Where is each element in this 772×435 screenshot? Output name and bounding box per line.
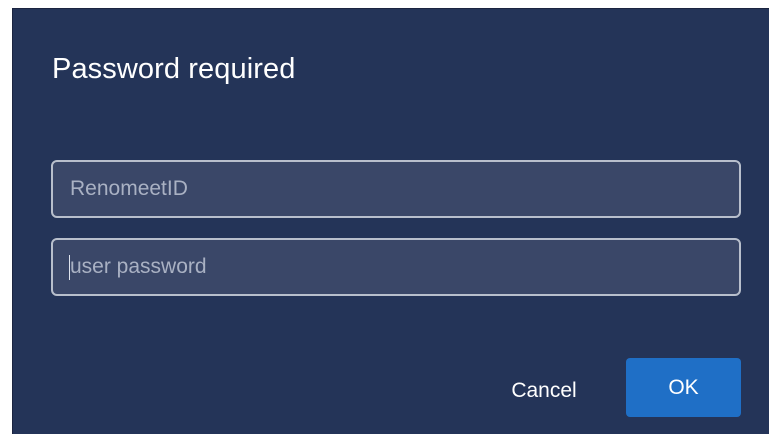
password-dialog: Password required Cancel OK xyxy=(12,8,769,434)
ok-button[interactable]: OK xyxy=(626,358,741,417)
password-field[interactable] xyxy=(51,238,741,296)
username-input[interactable] xyxy=(70,177,739,201)
dialog-title: Password required xyxy=(52,53,296,85)
text-caret xyxy=(69,255,70,280)
password-input[interactable] xyxy=(70,255,739,279)
cancel-button[interactable]: Cancel xyxy=(496,371,592,411)
username-field[interactable] xyxy=(51,160,741,218)
